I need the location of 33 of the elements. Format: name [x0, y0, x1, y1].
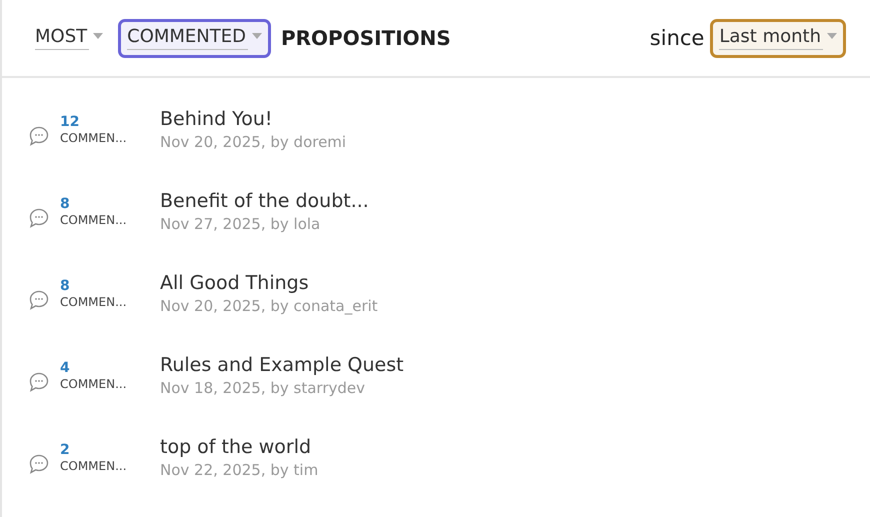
comment-count: 12: [60, 114, 80, 130]
sort-dropdown[interactable]: MOST: [26, 18, 112, 58]
comment-count: 4: [60, 360, 71, 376]
proposition-title[interactable]: All Good Things: [160, 272, 378, 294]
comment-count: 8: [60, 278, 71, 294]
proposition-title[interactable]: Benefit of the doubt...: [160, 190, 369, 212]
caret-icon: [93, 33, 104, 39]
proposition-meta: Nov 20, 2025, by conata_erit: [160, 297, 378, 315]
proposition-meta: Nov 20, 2025, by doremi: [160, 133, 346, 151]
proposition-title[interactable]: Rules and Example Quest: [160, 354, 404, 376]
speech-bubble-icon: [28, 124, 50, 146]
proposition-title[interactable]: top of the world: [160, 436, 318, 458]
proposition-meta: Nov 22, 2025, by tim: [160, 461, 318, 479]
comment-count-label: COMMEN...: [60, 213, 128, 227]
speech-bubble-icon: [28, 452, 50, 474]
comment-count-label: COMMEN...: [60, 377, 128, 391]
comment-count: 8: [60, 196, 71, 212]
comment-count-label: COMMEN...: [60, 295, 128, 309]
sort-dropdown[interactable]: Last month: [710, 18, 846, 58]
caret-icon: [252, 33, 262, 39]
comment-count-label: COMMEN...: [60, 459, 128, 473]
since-label: since: [650, 26, 704, 50]
heading-label: PROPOSITIONS: [281, 26, 451, 50]
comment-count-label: COMMEN...: [60, 131, 128, 145]
proposition-meta: Nov 18, 2025, by starrydev: [160, 379, 366, 397]
proposition-meta: Nov 27, 2025, by lola: [160, 215, 322, 233]
speech-bubble-icon: [28, 288, 50, 310]
speech-bubble-icon: [28, 370, 50, 392]
speech-bubble-icon: [28, 206, 50, 228]
caret-icon: [827, 33, 837, 39]
sort-dropdown[interactable]: COMMENTED: [118, 18, 271, 58]
proposition-title[interactable]: Behind You!: [160, 108, 346, 130]
comment-count: 2: [60, 442, 71, 458]
